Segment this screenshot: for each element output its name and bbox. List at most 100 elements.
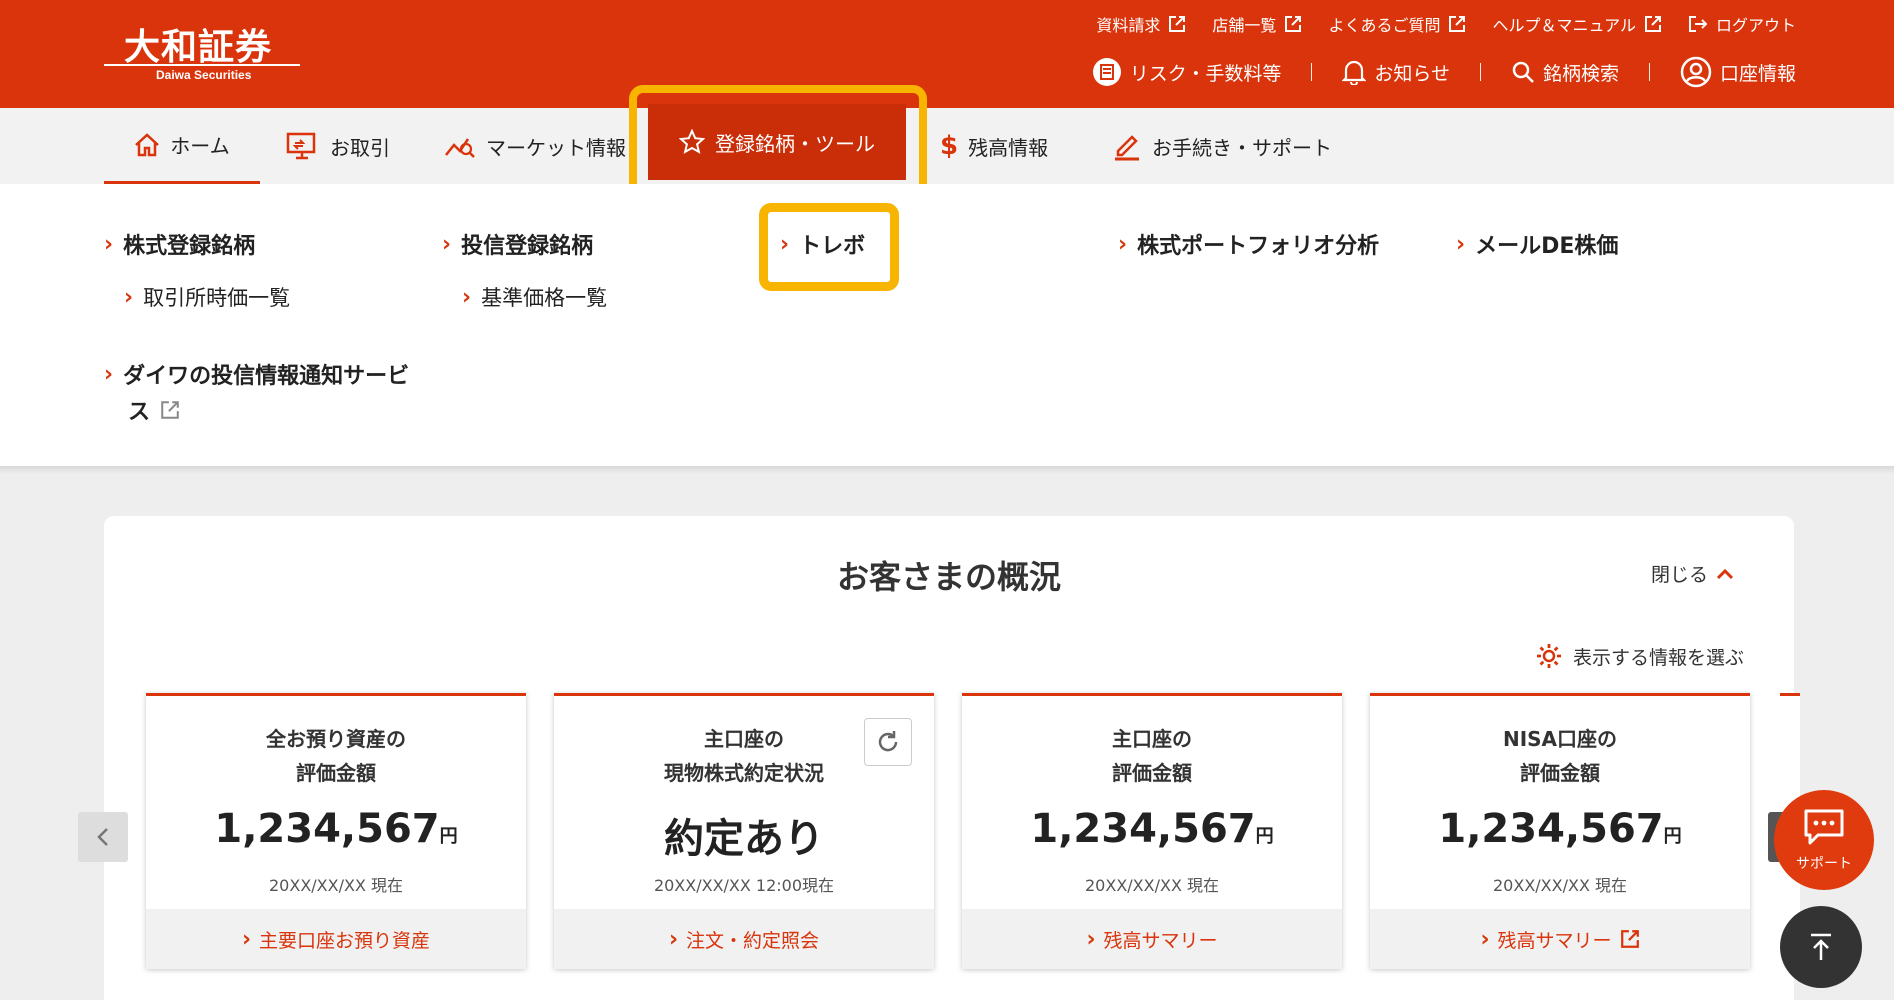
- card-title-line: 主口座の: [1112, 727, 1192, 751]
- menu-base-prices[interactable]: › 基準価格一覧: [462, 282, 607, 312]
- chevron-right-icon: ›: [1118, 231, 1128, 257]
- pen-icon: [1115, 135, 1139, 161]
- summary-card-main-account: 主口座の 評価金額 1,234,567円 20XX/XX/XX 現在 › 残高サマリ…: [962, 693, 1342, 969]
- utility-items: リスク・手数料等 お知らせ 銘柄検索 口座情報: [1092, 56, 1796, 88]
- divider: [1479, 63, 1481, 81]
- mega-menu: [0, 184, 1894, 466]
- stock-search-link[interactable]: 銘柄検索: [1511, 59, 1619, 86]
- menu-exchange-prices[interactable]: › 取引所時価一覧: [124, 282, 290, 312]
- nav-balance[interactable]: $ 残高情報: [940, 108, 1048, 184]
- close-label: 閉じる: [1650, 564, 1708, 586]
- menu-label: ダイワの投信情報通知サービ: [123, 364, 410, 389]
- util-link-request[interactable]: 資料請求: [1096, 12, 1186, 36]
- card-value-unit: 円: [1663, 826, 1682, 847]
- carousel-prev-button[interactable]: [78, 812, 128, 862]
- menu-label: 基準価格一覧: [481, 286, 608, 310]
- external-link-icon: [1285, 16, 1302, 32]
- util-link-label: ヘルプ＆マニュアル: [1492, 16, 1636, 35]
- chevron-right-icon: ›: [104, 361, 114, 387]
- header: 大和証券 Daiwa Securities 資料請求 店舗一覧 よくあるご質問 …: [0, 0, 1894, 108]
- card-date: 20XX/XX/XX 現在: [1493, 876, 1627, 895]
- chevron-left-icon: [97, 828, 108, 846]
- nav-label: お手続き・サポート: [1152, 135, 1332, 160]
- risk-fee-link[interactable]: リスク・手数料等: [1092, 57, 1282, 87]
- support-label: サポート: [1796, 856, 1852, 872]
- chevron-right-icon: ›: [124, 284, 134, 310]
- utility-links: 資料請求 店舗一覧 よくあるご質問 ヘルプ＆マニュアル ログアウト: [1096, 12, 1796, 36]
- card-value-number: 1,234,567: [214, 806, 440, 852]
- util-link-stores[interactable]: 店舗一覧: [1212, 12, 1302, 36]
- nav-label: マーケット情報: [486, 135, 626, 160]
- card-title-line: NISA口座の: [1502, 727, 1618, 751]
- menu-fund-notify-cont[interactable]: ス: [128, 394, 180, 426]
- card-link-label: 主要口座お預り資産: [259, 929, 431, 952]
- card-value-unit: 円: [1255, 826, 1274, 847]
- card-title-line: 全お預り資産の: [266, 727, 406, 751]
- support-fab-button[interactable]: サポート: [1774, 790, 1874, 890]
- menu-portfolio-analysis[interactable]: › 株式ポートフォリオ分析: [1118, 228, 1379, 260]
- overview-close-button[interactable]: 閉じる: [1651, 560, 1734, 587]
- util-link-faq[interactable]: よくあるご質問: [1328, 12, 1466, 36]
- menu-label: 株式登録銘柄: [123, 234, 256, 259]
- dollar-icon: $: [940, 131, 959, 161]
- card-value: 約定あり: [554, 806, 934, 864]
- risk-fee-label: リスク・手数料等: [1129, 62, 1282, 85]
- user-icon: [1680, 56, 1712, 88]
- select-info-button[interactable]: 表示する情報を選ぶ: [1535, 642, 1744, 670]
- external-link-icon: [161, 401, 179, 419]
- card-title: NISA口座の 評価金額: [1370, 722, 1750, 790]
- menu-label: 投信登録銘柄: [461, 234, 594, 259]
- util-link-logout[interactable]: ログアウト: [1688, 12, 1796, 36]
- mega-menu-shadow: [0, 466, 1894, 474]
- menu-stock-registered[interactable]: › 株式登録銘柄: [104, 228, 255, 260]
- card-title-line: 主口座の: [704, 727, 784, 751]
- nav-label: 残高情報: [968, 135, 1049, 160]
- card-link[interactable]: › 主要口座お預り資産: [146, 909, 526, 969]
- nav-home[interactable]: ホーム: [104, 108, 260, 184]
- logo-divider: [104, 64, 300, 66]
- summary-card-execution: 主口座の現物株式約定状況 約定あり 20XX/XX/XX 12:00現在 › 注文…: [554, 693, 934, 969]
- card-value: 1,234,567円: [1370, 806, 1750, 852]
- menu-label: 株式ポートフォリオ分析: [1137, 234, 1380, 259]
- chevron-up-icon: [1716, 568, 1734, 579]
- card-title: 主口座の現物株式約定状況: [554, 722, 934, 790]
- card-link[interactable]: › 残高サマリー: [962, 909, 1342, 969]
- card-date: 20XX/XX/XX 現在: [269, 876, 403, 895]
- util-link-label: よくあるご質問: [1328, 16, 1441, 35]
- notice-link[interactable]: お知らせ: [1342, 59, 1450, 86]
- divider: [1311, 63, 1313, 81]
- external-link-icon: [1449, 16, 1466, 32]
- summary-card-nisa: NISA口座の 評価金額 1,234,567円 20XX/XX/XX 現在 › 残高…: [1370, 693, 1750, 969]
- search-icon: [1512, 61, 1534, 83]
- nav-procedures[interactable]: お手続き・サポート: [1112, 108, 1332, 184]
- util-link-help[interactable]: ヘルプ＆マニュアル: [1492, 12, 1662, 36]
- nav-trade[interactable]: お取引: [286, 108, 390, 184]
- card-date: 20XX/XX/XX 現在: [1085, 876, 1219, 895]
- menu-fund-registered[interactable]: › 投信登録銘柄: [442, 228, 593, 260]
- chevron-right-icon: ›: [668, 926, 679, 952]
- logo-subtext: Daiwa Securities: [156, 68, 252, 82]
- card-link[interactable]: › 注文・約定照会: [554, 909, 934, 969]
- card-link[interactable]: › 残高サマリー: [1370, 909, 1750, 969]
- nav-market[interactable]: マーケット情報: [444, 108, 626, 184]
- home-icon: [135, 132, 160, 156]
- card-value-number: 1,234,567: [1438, 806, 1664, 852]
- card-value-text: 約定あり: [664, 816, 824, 862]
- nav-label: お取引: [330, 135, 390, 160]
- notice-label: お知らせ: [1374, 62, 1450, 85]
- menu-mail-stock[interactable]: › メールDE株価: [1456, 228, 1618, 260]
- logo[interactable]: 大和証券 Daiwa Securities: [104, 18, 300, 84]
- gear-icon: [1536, 644, 1561, 668]
- card-link-label: 注文・約定照会: [686, 929, 820, 952]
- menu-label: ス: [128, 400, 151, 425]
- card-date: 20XX/XX/XX 12:00現在: [653, 876, 835, 895]
- chevron-right-icon: ›: [1480, 926, 1490, 952]
- stock-search-label: 銘柄検索: [1542, 62, 1619, 85]
- external-link-icon: [1620, 930, 1639, 948]
- account-info-label: 口座情報: [1719, 62, 1796, 85]
- trade-icon: [286, 132, 316, 160]
- account-info-link[interactable]: 口座情報: [1680, 56, 1796, 88]
- menu-fund-notify[interactable]: › ダイワの投信情報通知サービ: [104, 358, 409, 390]
- card-title-line: 現物株式約定状況: [664, 761, 824, 785]
- scroll-top-button[interactable]: [1780, 906, 1862, 988]
